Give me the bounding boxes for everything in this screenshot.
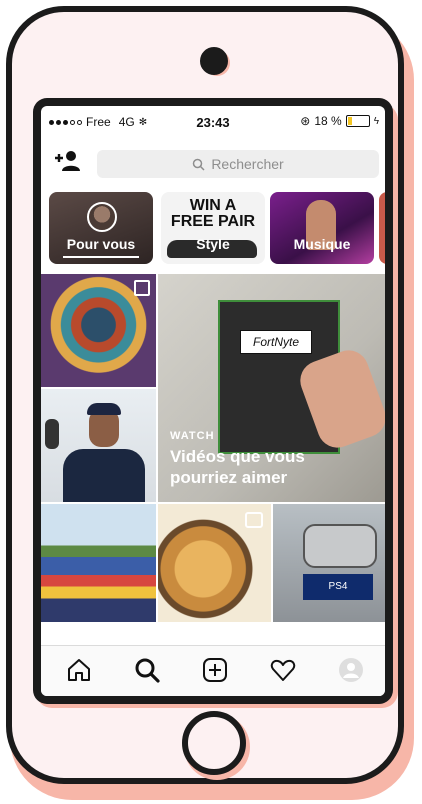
grid-tile-ps4-controller[interactable]: PS4 [273, 504, 385, 622]
reel-icon [245, 512, 263, 528]
grid-tile-graffiti-portrait[interactable] [41, 274, 156, 387]
box-label: FortNyte [240, 330, 312, 354]
nav-search[interactable] [133, 656, 161, 684]
watch-caption: Vidéos que vous pourriez aimer [170, 447, 305, 487]
chip-musique[interactable]: Musique [270, 192, 374, 264]
add-user-icon [55, 151, 80, 171]
charging-icon: ϟ [373, 115, 379, 127]
grid-tile-watch-videos[interactable]: FortNyte WATCH Vidéos que vous pourriez … [158, 274, 385, 502]
status-right: ⊛ 18 % ϟ [300, 114, 379, 128]
home-icon [68, 659, 90, 681]
battery-level [347, 117, 352, 125]
microphone-image [45, 419, 59, 449]
grid-tile-man-with-cap[interactable] [41, 389, 156, 502]
person-body [63, 449, 145, 502]
bottom-nav [41, 645, 385, 696]
chip-pour-vous[interactable]: Pour vous [49, 192, 153, 264]
nav-home[interactable] [65, 656, 93, 684]
category-chips: Pour vous WIN A FREE PAIR Style Musique [49, 192, 385, 266]
search-icon [193, 158, 205, 171]
status-bar: Free 4G ✻ 23:43 ⊛ 18 % ϟ [41, 106, 385, 136]
home-button[interactable] [182, 711, 246, 775]
carousel-icon [134, 280, 150, 296]
chip-selected-underline [63, 256, 139, 258]
watch-label: WATCH [170, 430, 215, 442]
battery-icon [345, 115, 370, 127]
avatar [87, 202, 117, 232]
heart-icon [270, 659, 296, 681]
explore-grid: FortNyte WATCH Vidéos que vous pourriez … [41, 274, 385, 624]
screen-bezel: Free 4G ✻ 23:43 ⊛ 18 % ϟ Rechercher Pour… [33, 98, 393, 704]
chip-partial[interactable] [379, 192, 385, 264]
search-placeholder: Rechercher [211, 156, 284, 172]
profile-icon [339, 658, 363, 682]
orientation-lock-icon: ⊛ [300, 114, 311, 128]
chip-label: Style [196, 236, 230, 252]
controller-image [303, 524, 377, 568]
ps4-label: PS4 [303, 574, 373, 600]
app-screen: Free 4G ✻ 23:43 ⊛ 18 % ϟ Rechercher Pour… [41, 106, 385, 696]
search-icon [135, 658, 160, 683]
front-camera [200, 47, 228, 75]
chip-style[interactable]: WIN A FREE PAIR Style [161, 192, 265, 264]
search-input[interactable]: Rechercher [97, 150, 379, 178]
nav-add-post[interactable] [201, 656, 229, 684]
promo-banner-text: WIN A FREE PAIR [170, 197, 256, 230]
grid-tile-graffiti-wall[interactable] [41, 504, 156, 622]
add-user-button[interactable] [53, 150, 81, 172]
person-cap [87, 403, 121, 415]
battery-percent: 18 % [314, 114, 342, 128]
nav-profile[interactable] [337, 656, 365, 684]
grid-tile-food-video[interactable] [158, 504, 271, 622]
chip-label: Musique [293, 236, 351, 252]
chip-label: Pour vous [66, 236, 136, 252]
add-post-icon [203, 658, 227, 682]
nav-activity[interactable] [269, 656, 297, 684]
